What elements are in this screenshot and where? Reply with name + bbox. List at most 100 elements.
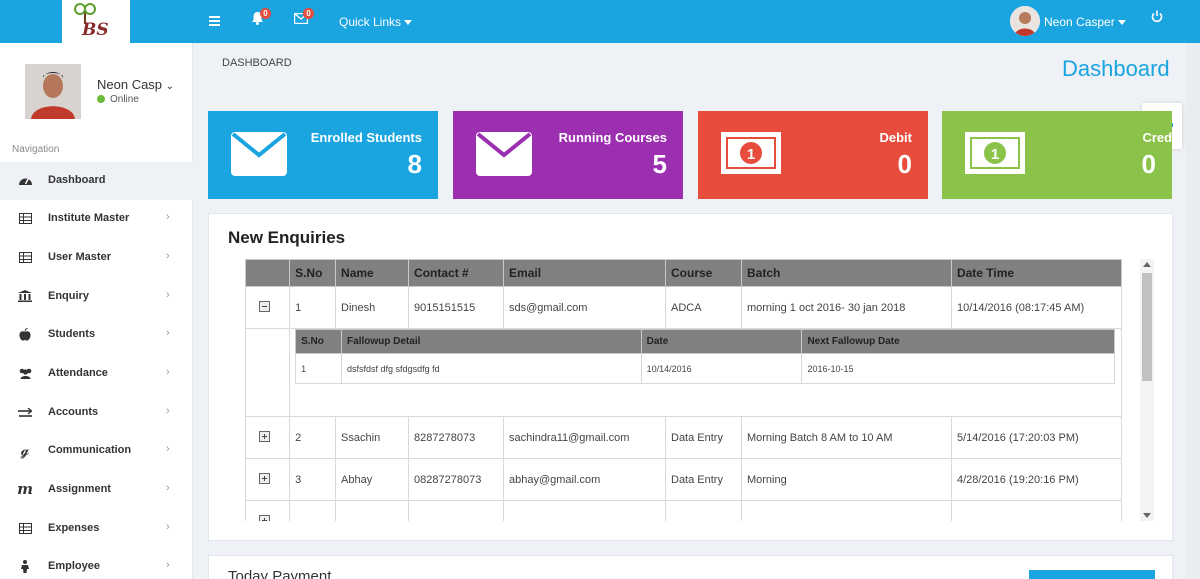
- cell-batch: morning 1 oct 2016- 30 jan 2018: [740, 286, 952, 329]
- scrollbar-thumb[interactable]: [1142, 273, 1152, 381]
- scroll-down-icon[interactable]: [1143, 513, 1151, 518]
- m-icon: m: [17, 480, 33, 498]
- quick-links-label: Quick Links: [339, 15, 402, 29]
- cell-email: abhay@gmail.com: [503, 458, 666, 501]
- cell-contact: 9015151515: [408, 286, 505, 329]
- stat-value: 5: [652, 149, 667, 179]
- column-header[interactable]: Date Time: [950, 259, 1123, 287]
- cell-datetime: 4/28/2016 (19:20:16 PM): [950, 458, 1123, 501]
- stat-card-enrolled-students[interactable]: Enrolled Students 8: [208, 111, 438, 199]
- sidebar-item-enquiry[interactable]: Enquiry ›: [0, 278, 193, 316]
- table-row: [245, 500, 1123, 521]
- apple-icon: [17, 328, 33, 342]
- sidebar-item-label: Enquiry: [48, 290, 89, 302]
- stat-value: 0: [897, 149, 912, 179]
- sidebar-item-label: Dashboard: [48, 174, 106, 186]
- money-icon: 1: [965, 132, 1025, 174]
- followup-table: S.No Fallowup Detail Date Next Fallowup …: [295, 329, 1116, 384]
- cell-name: Ssachin: [335, 416, 410, 459]
- cell-course: Data Entry: [665, 416, 742, 459]
- chevron-down-icon: ⌄: [165, 81, 175, 92]
- table-icon: [17, 251, 33, 265]
- cell-contact: 8287278073: [408, 416, 505, 459]
- chevron-right-icon: ›: [166, 250, 170, 262]
- notifications-button[interactable]: 0: [251, 8, 271, 30]
- svg-text:1: 1: [991, 146, 999, 163]
- column-header[interactable]: S.No: [289, 259, 337, 287]
- cell-datetime: 10/14/2016 (08:17:45 AM): [950, 286, 1123, 329]
- profile-name[interactable]: Neon Casp ⌄: [97, 77, 174, 92]
- sidebar-item-attendance[interactable]: Attendance ›: [0, 355, 193, 393]
- table-row: 1 Dinesh 9015151515 sds@gmail.com ADCA m…: [245, 286, 1123, 329]
- table-header-row: S.No Fallowup Detail Date Next Fallowup …: [295, 329, 1116, 354]
- sidebar-item-institute-master[interactable]: Institute Master ›: [0, 200, 193, 238]
- stat-label: Enrolled Students: [310, 130, 422, 145]
- sidebar-item-user-master[interactable]: User Master ›: [0, 239, 193, 277]
- panel-title: Today Payment: [228, 568, 332, 579]
- cell-batch: Morning Batch 8 AM to 10 AM: [740, 416, 952, 459]
- enquiries-table: S.No Name Contact # Email Course Batch D…: [245, 259, 1123, 521]
- column-header[interactable]: Contact #: [408, 259, 505, 287]
- cell-batch: Morning: [740, 458, 952, 501]
- cell-sno: 2: [289, 416, 337, 459]
- chevron-right-icon: ›: [166, 366, 170, 378]
- enquiries-table-container[interactable]: S.No Name Contact # Email Course Batch D…: [245, 259, 1130, 521]
- exchange-icon: [17, 406, 33, 420]
- stat-label: Debit: [879, 130, 913, 145]
- sidebar-item-label: Communication: [48, 444, 132, 456]
- menu-toggle-button[interactable]: [209, 13, 220, 31]
- cell-detail: dsfsfdsf dfg sfdgsdfg fd: [341, 353, 642, 384]
- chevron-right-icon: ›: [166, 559, 170, 571]
- nav-header: Navigation: [12, 144, 60, 155]
- expand-icon[interactable]: [259, 514, 270, 521]
- new-enquiries-panel: New Enquiries S.No Name Contact # Email …: [208, 213, 1173, 541]
- sidebar-item-students[interactable]: Students ›: [0, 316, 193, 354]
- chevron-right-icon: ›: [166, 289, 170, 301]
- sidebar-item-label: Employee: [48, 560, 100, 572]
- expand-icon[interactable]: [259, 472, 270, 484]
- collapse-icon[interactable]: [259, 300, 270, 312]
- sidebar-item-label: Assignment: [48, 483, 111, 495]
- power-icon: [1151, 10, 1163, 23]
- chevron-right-icon: ›: [166, 405, 170, 417]
- sidebar: Neon Casp ⌄ Online Navigation Dashboard …: [0, 43, 193, 579]
- expand-icon[interactable]: [259, 430, 270, 442]
- sidebar-item-label: Expenses: [48, 522, 100, 534]
- cell-name: Abhay: [335, 458, 410, 501]
- quick-links-dropdown[interactable]: Quick Links: [339, 15, 413, 29]
- dashboard-icon: [17, 174, 33, 188]
- sidebar-item-label: Students: [48, 328, 96, 340]
- logo[interactable]: BS: [62, 0, 130, 43]
- sidebar-item-employee[interactable]: Employee ›: [0, 548, 193, 579]
- sidebar-item-dashboard[interactable]: Dashboard: [0, 162, 193, 200]
- sidebar-item-communication[interactable]: 𝓰 Communication ›: [0, 432, 193, 470]
- stat-card-debit[interactable]: 1 Debit 0: [698, 111, 928, 199]
- cell-course: ADCA: [665, 286, 742, 329]
- today-payment-panel: Today Payment: [208, 555, 1173, 579]
- svg-text:1: 1: [747, 146, 755, 163]
- messages-button[interactable]: 0: [293, 8, 314, 29]
- logout-button[interactable]: [1151, 10, 1163, 28]
- money-icon: 1: [721, 132, 781, 174]
- followup-detail-row: S.No Fallowup Detail Date Next Fallowup …: [245, 328, 1122, 417]
- chevron-right-icon: ›: [166, 482, 170, 494]
- scroll-up-icon[interactable]: [1143, 262, 1151, 267]
- today-payment-button[interactable]: [1029, 570, 1155, 579]
- column-header[interactable]: Email: [503, 259, 666, 287]
- user-photo-icon: [25, 64, 81, 119]
- sidebar-item-expenses[interactable]: Expenses ›: [0, 510, 193, 548]
- table-scrollbar[interactable]: [1140, 259, 1154, 521]
- bank-icon: [17, 290, 33, 304]
- stat-card-credit[interactable]: 1 Credit 0: [942, 111, 1172, 199]
- sidebar-item-assignment[interactable]: m Assignment ›: [0, 471, 193, 509]
- column-header[interactable]: Batch: [740, 259, 952, 287]
- breadcrumb[interactable]: DASHBOARD: [222, 57, 292, 69]
- status-badge: Online: [97, 94, 139, 105]
- avatar: [1010, 6, 1040, 36]
- column-header[interactable]: Name: [335, 259, 410, 287]
- logo-text: BS: [82, 20, 109, 40]
- column-header[interactable]: Course: [665, 259, 742, 287]
- online-dot-icon: [97, 95, 105, 104]
- stat-card-running-courses[interactable]: Running Courses 5: [453, 111, 683, 199]
- sidebar-item-accounts[interactable]: Accounts ›: [0, 394, 193, 432]
